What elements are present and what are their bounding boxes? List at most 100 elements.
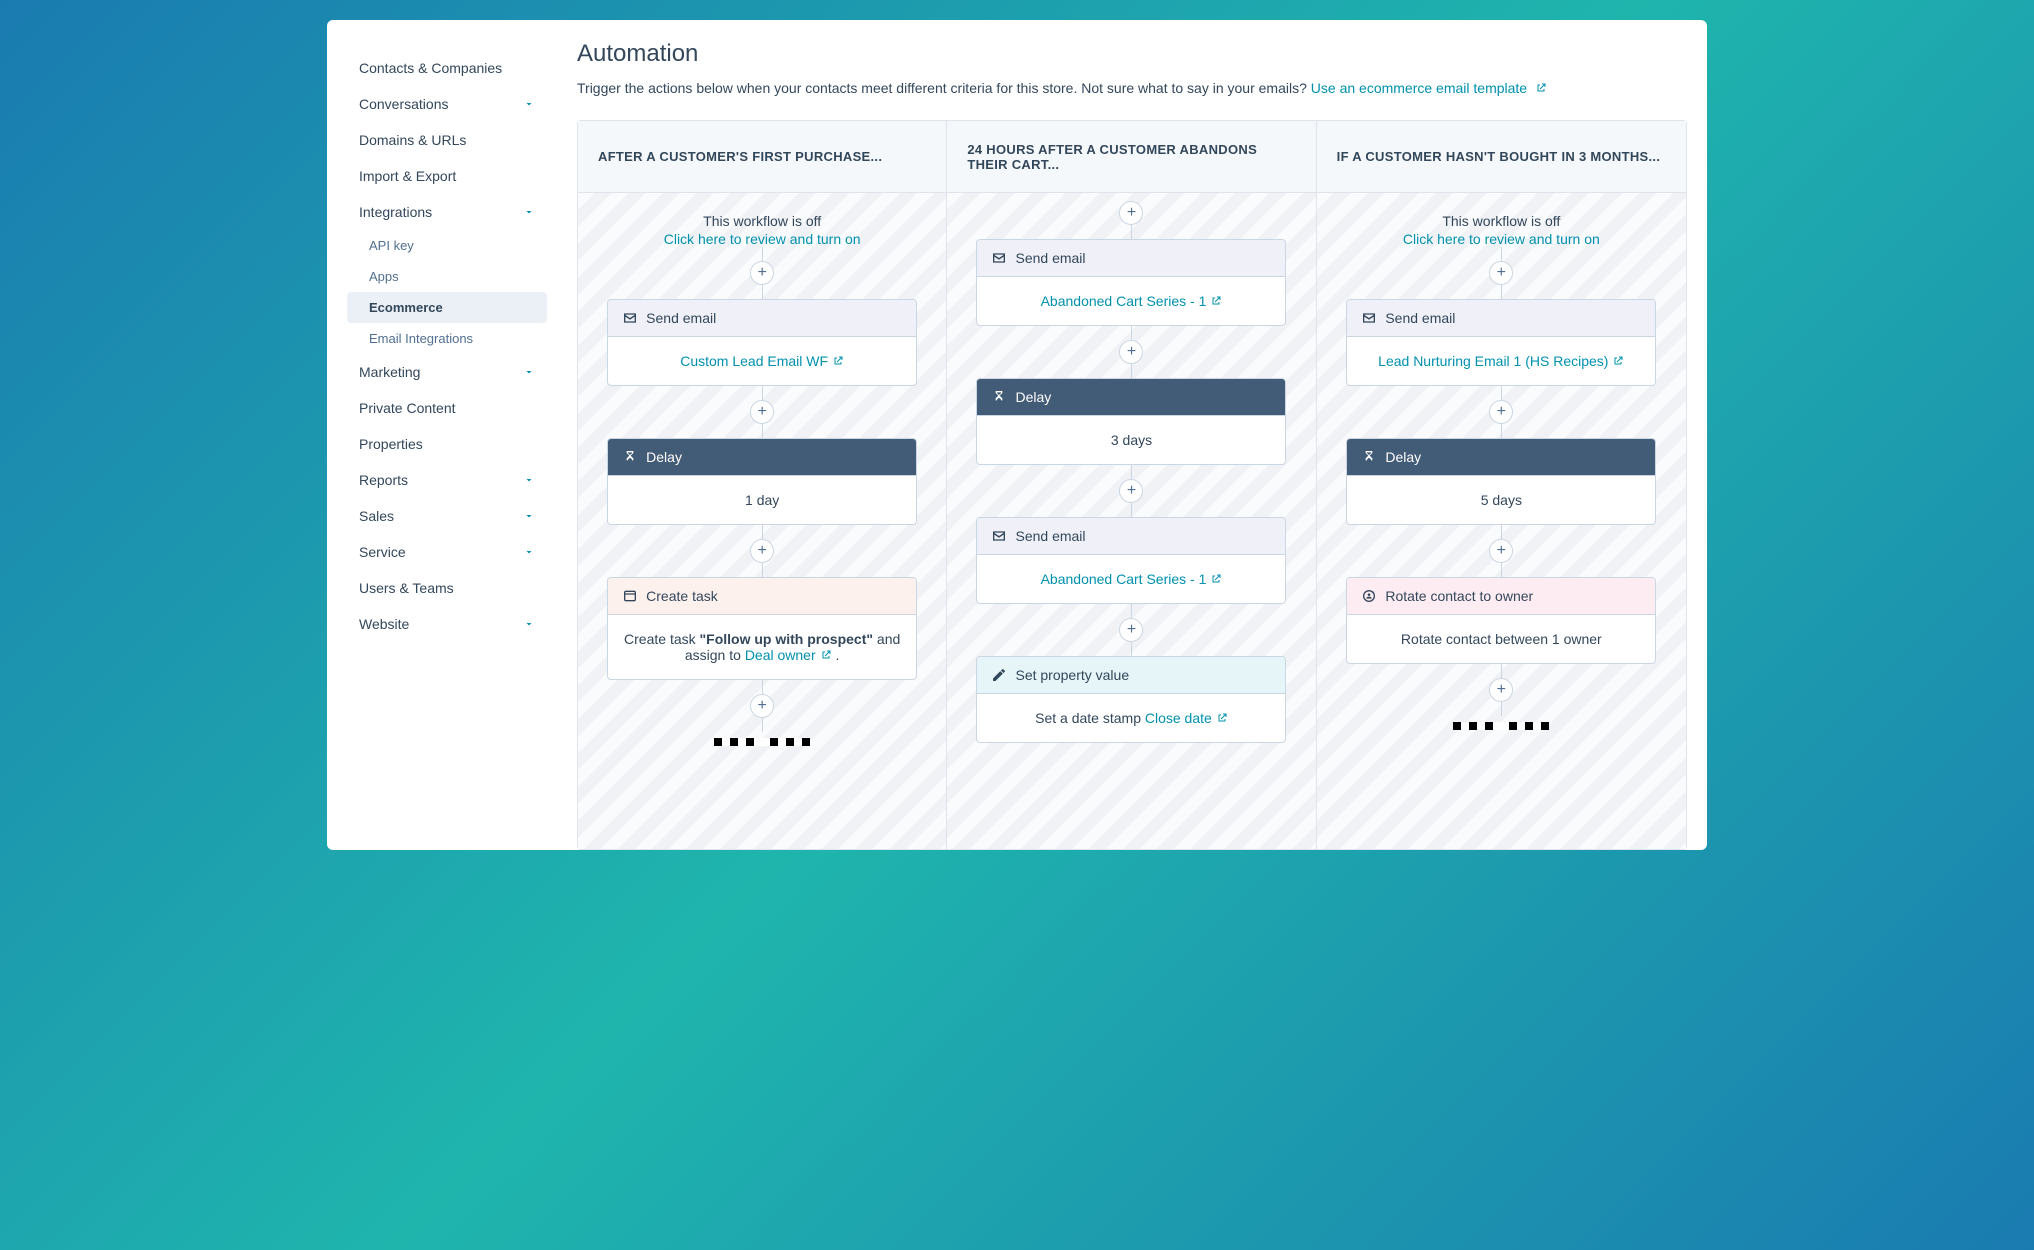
action-header-label: Send email bbox=[1015, 250, 1085, 266]
sidebar-item-label: Users & Teams bbox=[359, 580, 454, 596]
add-step-button[interactable]: + bbox=[1489, 400, 1513, 424]
sidebar-subitem-api-key[interactable]: API key bbox=[347, 230, 547, 261]
task-name-text: "Follow up with prospect" bbox=[700, 631, 874, 647]
sidebar-item-domains-urls[interactable]: Domains & URLs bbox=[347, 122, 547, 158]
connector-line bbox=[1501, 285, 1502, 299]
workflow-action-card[interactable]: Send email Abandoned Cart Series - 1 bbox=[976, 517, 1286, 604]
add-step-button[interactable]: + bbox=[1119, 340, 1143, 364]
sidebar-item-sales[interactable]: Sales bbox=[347, 498, 547, 534]
sidebar-item-private-content[interactable]: Private Content bbox=[347, 390, 547, 426]
action-header-label: Send email bbox=[1015, 528, 1085, 544]
action-body: 5 days bbox=[1347, 476, 1655, 524]
action-header: Send email bbox=[1347, 300, 1655, 337]
sidebar-item-marketing[interactable]: Marketing bbox=[347, 354, 547, 390]
add-step-button[interactable]: + bbox=[750, 694, 774, 718]
sidebar-subitem-email-integrations[interactable]: Email Integrations bbox=[347, 323, 547, 354]
add-step-button[interactable]: + bbox=[1119, 618, 1143, 642]
send-email-icon bbox=[991, 528, 1007, 544]
action-body-link[interactable]: Lead Nurturing Email 1 (HS Recipes) bbox=[1378, 353, 1624, 369]
action-body: Lead Nurturing Email 1 (HS Recipes) bbox=[1347, 337, 1655, 385]
connector-line bbox=[1501, 424, 1502, 438]
action-body: Abandoned Cart Series - 1 bbox=[977, 277, 1285, 325]
ecommerce-template-link[interactable]: Use an ecommerce email template bbox=[1311, 80, 1547, 96]
action-body-inline-link[interactable]: Deal owner bbox=[745, 647, 832, 663]
sidebar-item-conversations[interactable]: Conversations bbox=[347, 86, 547, 122]
chevron-down-icon bbox=[523, 546, 535, 558]
action-body-link[interactable]: Custom Lead Email WF bbox=[680, 353, 844, 369]
sidebar-item-label: Private Content bbox=[359, 400, 456, 416]
workflow-column: IF A CUSTOMER HASN'T BOUGHT IN 3 MONTHS.… bbox=[1317, 121, 1686, 849]
connector-line bbox=[762, 424, 763, 438]
page-subtitle: Trigger the actions below when your cont… bbox=[577, 80, 1687, 96]
sidebar-subitem-ecommerce[interactable]: Ecommerce bbox=[347, 292, 547, 323]
sidebar-item-contacts-companies[interactable]: Contacts & Companies bbox=[347, 50, 547, 86]
connector-line bbox=[1131, 225, 1132, 239]
connector-line bbox=[762, 525, 763, 539]
workflow-action-card[interactable]: Delay5 days bbox=[1346, 438, 1656, 525]
sidebar-item-reports[interactable]: Reports bbox=[347, 462, 547, 498]
send-email-icon bbox=[1361, 310, 1377, 326]
external-link-icon bbox=[1210, 295, 1222, 307]
delay-icon bbox=[1361, 449, 1377, 465]
delay-icon bbox=[991, 389, 1007, 405]
chevron-down-icon bbox=[523, 206, 535, 218]
chevron-down-icon bbox=[523, 366, 535, 378]
workflow-turn-on-link[interactable]: Click here to review and turn on bbox=[1403, 231, 1600, 247]
action-body: Abandoned Cart Series - 1 bbox=[977, 555, 1285, 603]
workflow-action-card[interactable]: Delay3 days bbox=[976, 378, 1286, 465]
add-step-button[interactable]: + bbox=[1489, 261, 1513, 285]
workflow-column: AFTER A CUSTOMER'S FIRST PURCHASE...This… bbox=[578, 121, 947, 849]
connector-line bbox=[762, 563, 763, 577]
workflow-action-card[interactable]: Send email Lead Nurturing Email 1 (HS Rec… bbox=[1346, 299, 1656, 386]
workflow-action-card[interactable]: Create taskCreate task "Follow up with p… bbox=[607, 577, 917, 680]
sidebar-item-label: Contacts & Companies bbox=[359, 60, 502, 76]
add-step-button[interactable]: + bbox=[1119, 201, 1143, 225]
send-email-icon bbox=[991, 250, 1007, 266]
ecommerce-template-link-text: Use an ecommerce email template bbox=[1311, 80, 1527, 96]
app-frame: Contacts & Companies ConversationsDomains… bbox=[327, 20, 1707, 850]
action-body: Set a date stamp Close date bbox=[977, 694, 1285, 742]
workflow-off-text: This workflow is off bbox=[703, 213, 821, 229]
workflow-action-card[interactable]: Delay1 day bbox=[607, 438, 917, 525]
add-step-button[interactable]: + bbox=[750, 261, 774, 285]
sidebar-item-label: Integrations bbox=[359, 204, 432, 220]
sidebar-item-import-export[interactable]: Import & Export bbox=[347, 158, 547, 194]
sidebar-item-integrations[interactable]: Integrations bbox=[347, 194, 547, 230]
connector-line bbox=[762, 247, 763, 261]
add-step-button[interactable]: + bbox=[1119, 479, 1143, 503]
loading-checkers bbox=[714, 732, 810, 754]
action-body: 3 days bbox=[977, 416, 1285, 464]
action-header-label: Send email bbox=[1385, 310, 1455, 326]
add-step-button[interactable]: + bbox=[750, 400, 774, 424]
workflow-body: This workflow is offClick here to review… bbox=[1317, 193, 1686, 849]
external-link-icon bbox=[820, 649, 832, 661]
add-step-button[interactable]: + bbox=[1489, 678, 1513, 702]
action-header: Create task bbox=[608, 578, 916, 615]
connector-line bbox=[1131, 503, 1132, 517]
sidebar-item-website[interactable]: Website bbox=[347, 606, 547, 642]
sidebar-subitem-apps[interactable]: Apps bbox=[347, 261, 547, 292]
sidebar-item-label: Sales bbox=[359, 508, 394, 524]
workflow-action-card[interactable]: Set property valueSet a date stamp Close… bbox=[976, 656, 1286, 743]
workflow-body: + Send email Abandoned Cart Series - 1 + Del… bbox=[947, 193, 1315, 849]
action-header: Rotate contact to owner bbox=[1347, 578, 1655, 615]
workflow-action-card[interactable]: Send email Abandoned Cart Series - 1 bbox=[976, 239, 1286, 326]
sidebar-item-properties[interactable]: Properties bbox=[347, 426, 547, 462]
workflow-turn-on-link[interactable]: Click here to review and turn on bbox=[664, 231, 861, 247]
workflow-action-card[interactable]: Rotate contact to ownerRotate contact be… bbox=[1346, 577, 1656, 664]
chevron-down-icon bbox=[523, 98, 535, 110]
sidebar-item-service[interactable]: Service bbox=[347, 534, 547, 570]
action-header: Send email bbox=[977, 518, 1285, 555]
add-step-button[interactable]: + bbox=[750, 539, 774, 563]
connector-line bbox=[1131, 326, 1132, 340]
sidebar-item-users-teams[interactable]: Users & Teams bbox=[347, 570, 547, 606]
connector-line bbox=[1501, 247, 1502, 261]
action-header-label: Send email bbox=[646, 310, 716, 326]
action-body-link[interactable]: Abandoned Cart Series - 1 bbox=[1041, 293, 1223, 309]
action-header: Send email bbox=[977, 240, 1285, 277]
action-body-link[interactable]: Abandoned Cart Series - 1 bbox=[1041, 571, 1223, 587]
action-body-inline-link[interactable]: Close date bbox=[1145, 710, 1228, 726]
workflow-action-card[interactable]: Send email Custom Lead Email WF bbox=[607, 299, 917, 386]
loading-checkers bbox=[1453, 716, 1549, 738]
add-step-button[interactable]: + bbox=[1489, 539, 1513, 563]
